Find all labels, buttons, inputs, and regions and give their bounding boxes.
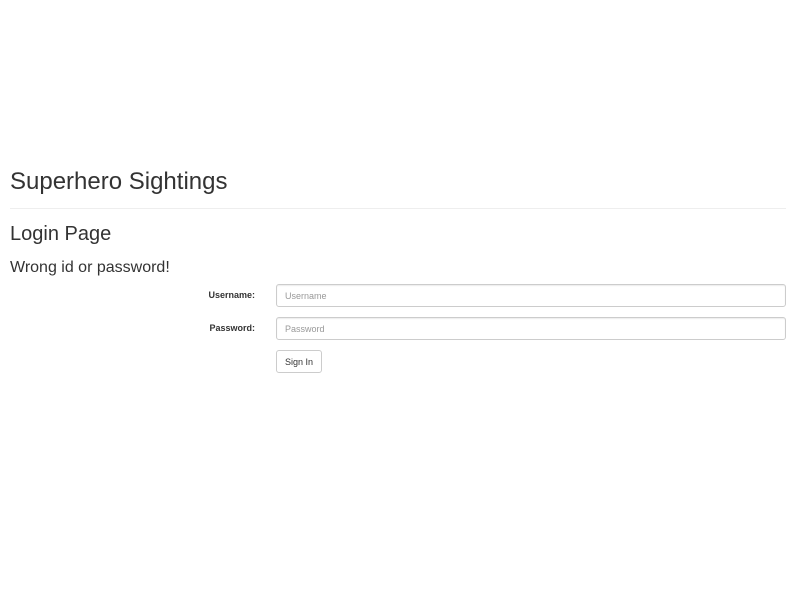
- error-message: Wrong id or password!: [10, 259, 170, 276]
- username-input[interactable]: [276, 284, 786, 307]
- sign-in-button[interactable]: Sign In: [276, 350, 323, 373]
- password-label: Password:: [209, 323, 255, 333]
- page-heading: Login Page: [10, 223, 112, 245]
- password-input[interactable]: [276, 317, 786, 340]
- header-divider: [10, 208, 786, 209]
- site-title: Superhero Sightings: [10, 168, 228, 195]
- page: Superhero Sightings Login Page Wrong id …: [0, 0, 800, 600]
- username-label: Username:: [208, 290, 255, 300]
